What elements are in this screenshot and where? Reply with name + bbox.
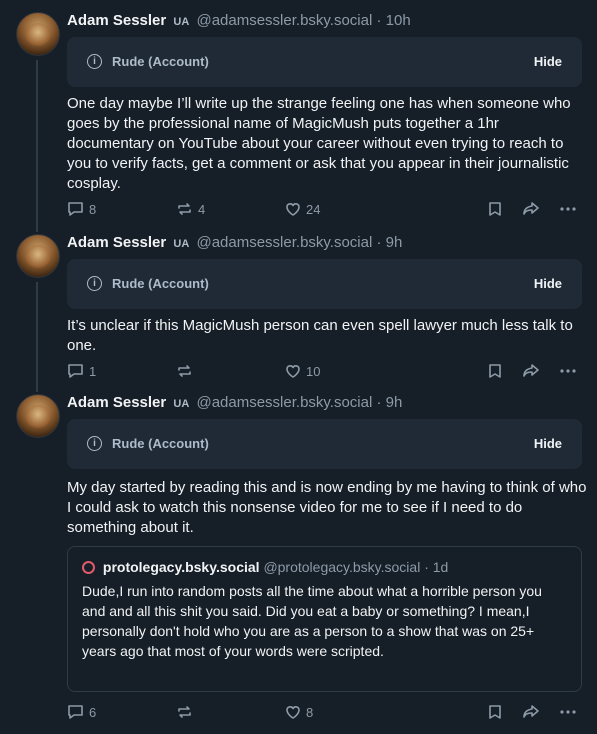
share-button[interactable] [522, 704, 540, 720]
content-warning: i Rude (Account) Hide [67, 419, 582, 469]
more-icon [560, 710, 576, 714]
separator: · [376, 12, 382, 29]
bookmark-icon [489, 705, 501, 719]
heart-icon [286, 365, 300, 378]
author-badge: UA [173, 398, 190, 410]
post-text: My day started by reading this and is no… [67, 479, 587, 536]
post-time[interactable]: 9h [386, 234, 403, 251]
bookmark-icon [489, 364, 501, 378]
separator: · [376, 234, 382, 251]
hide-button[interactable]: Hide [534, 436, 562, 451]
more-button[interactable] [559, 704, 577, 720]
quote-avatar-icon [82, 561, 95, 574]
post-2[interactable]: Adam Sessler UA @adamsessler.bsky.social… [0, 232, 597, 392]
info-icon: i [87, 54, 102, 69]
info-icon: i [87, 276, 102, 291]
repost-button[interactable]: 4 [176, 201, 205, 217]
heart-icon [286, 203, 300, 216]
author-handle[interactable]: @adamsessler.bsky.social [196, 234, 372, 251]
content-warning: i Rude (Account) Hide [67, 259, 582, 309]
repost-button[interactable] [176, 363, 198, 379]
post-time[interactable]: 10h [386, 12, 411, 29]
author-name[interactable]: Adam Sessler [67, 234, 166, 251]
share-button[interactable] [522, 201, 540, 217]
repost-icon [178, 706, 191, 718]
post-header: Adam Sessler UA @adamsessler.bsky.social… [67, 234, 402, 251]
author-handle[interactable]: @adamsessler.bsky.social [196, 12, 372, 29]
author-name[interactable]: Adam Sessler [67, 394, 166, 411]
quote-author-name[interactable]: protolegacy.bsky.social [103, 559, 260, 575]
like-button[interactable]: 24 [285, 201, 320, 217]
reply-icon [68, 705, 83, 719]
hide-button[interactable]: Hide [534, 54, 562, 69]
quote-time[interactable]: 1d [433, 559, 449, 575]
bookmark-button[interactable] [488, 201, 502, 217]
share-icon [523, 364, 539, 377]
author-name[interactable]: Adam Sessler [67, 12, 166, 29]
repost-button[interactable] [176, 704, 198, 720]
more-button[interactable] [559, 201, 577, 217]
share-button[interactable] [522, 363, 540, 379]
reply-button[interactable]: 8 [67, 201, 96, 217]
separator: · [424, 559, 429, 575]
reply-button[interactable]: 6 [67, 704, 96, 720]
like-button[interactable]: 10 [285, 363, 320, 379]
like-count: 10 [306, 363, 321, 379]
reply-icon [68, 202, 83, 216]
warning-label: Rude (Account) [112, 276, 209, 291]
avatar[interactable] [16, 394, 60, 438]
more-icon [560, 369, 576, 373]
warning-label: Rude (Account) [112, 436, 209, 451]
post-text: One day maybe I’ll write up the strange … [67, 95, 571, 192]
post-actions: 1 10 [67, 363, 582, 383]
avatar[interactable] [16, 12, 60, 56]
bookmark-button[interactable] [488, 363, 502, 379]
bookmark-button[interactable] [488, 704, 502, 720]
more-button[interactable] [559, 363, 577, 379]
repost-icon [178, 365, 191, 377]
post-1[interactable]: Adam Sessler UA @adamsessler.bsky.social… [0, 0, 597, 232]
post-time[interactable]: 9h [386, 394, 403, 411]
post-text: It’s unclear if this MagicMush person ca… [67, 317, 573, 354]
avatar[interactable] [16, 234, 60, 278]
like-count: 24 [306, 201, 321, 217]
quote-post[interactable]: protolegacy.bsky.social @protolegacy.bsk… [67, 546, 582, 692]
repost-count: 4 [198, 201, 206, 217]
reply-count: 1 [89, 363, 97, 379]
heart-icon [286, 706, 300, 719]
post-header: Adam Sessler UA @adamsessler.bsky.social… [67, 12, 411, 29]
post-actions: 8 4 24 [67, 201, 582, 221]
share-icon [523, 202, 539, 215]
hide-button[interactable]: Hide [534, 276, 562, 291]
more-icon [560, 207, 576, 211]
reply-count: 6 [89, 704, 97, 720]
separator: · [376, 394, 382, 411]
repost-icon [178, 203, 191, 215]
bookmark-icon [489, 202, 501, 216]
quote-header: protolegacy.bsky.social @protolegacy.bsk… [82, 559, 448, 575]
reply-icon [68, 364, 83, 378]
post-3[interactable]: Adam Sessler UA @adamsessler.bsky.social… [0, 392, 597, 734]
quote-text: Dude,I run into random posts all the tim… [82, 583, 542, 659]
content-warning: i Rude (Account) Hide [67, 37, 582, 87]
like-count: 8 [306, 704, 314, 720]
reply-button[interactable]: 1 [67, 363, 96, 379]
post-actions: 6 8 [67, 704, 582, 724]
like-button[interactable]: 8 [285, 704, 313, 720]
post-header: Adam Sessler UA @adamsessler.bsky.social… [67, 394, 402, 411]
author-handle[interactable]: @adamsessler.bsky.social [196, 394, 372, 411]
share-icon [523, 705, 539, 718]
warning-label: Rude (Account) [112, 54, 209, 69]
author-badge: UA [173, 16, 190, 28]
quote-handle[interactable]: @protolegacy.bsky.social [263, 559, 420, 575]
author-badge: UA [173, 238, 190, 250]
info-icon: i [87, 436, 102, 451]
reply-count: 8 [89, 201, 97, 217]
